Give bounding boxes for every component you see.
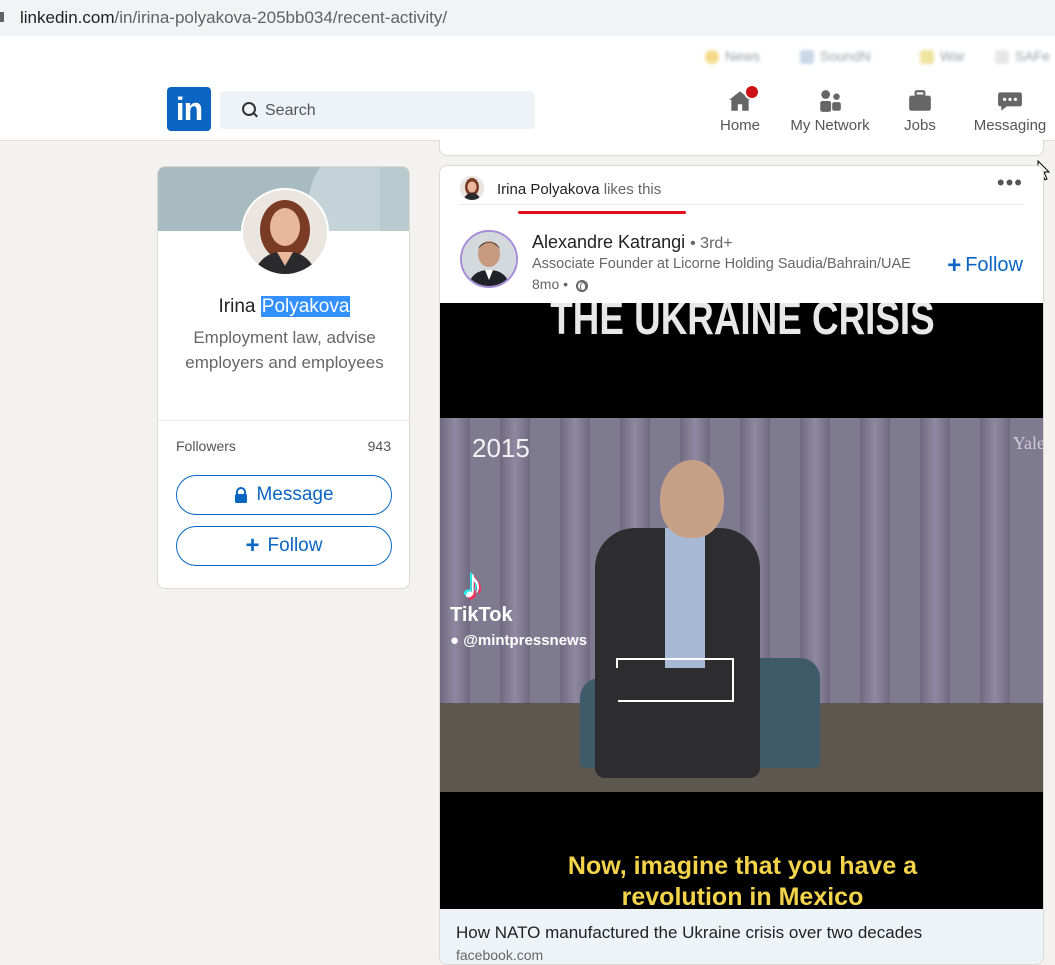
bookmark-item[interactable]: War: [920, 48, 966, 65]
social-context-header: Irina Polyakova likes this: [460, 176, 1024, 214]
bookmark-label: War: [940, 48, 966, 64]
url-path: /in/irina-polyakova-205bb034/recent-acti…: [114, 8, 448, 27]
plus-icon: +: [947, 252, 962, 279]
bookmark-label: SAFe: [1015, 48, 1051, 64]
link-title: How NATO manufactured the Ukraine crisis…: [456, 923, 923, 942]
tiktok-handle: ● @mintpressnews: [450, 632, 587, 649]
lock-icon: [235, 486, 248, 503]
linkedin-logo[interactable]: in: [167, 87, 211, 131]
tiktok-handle-text: @mintpressnews: [463, 632, 588, 649]
bookmark-icon: [800, 50, 814, 65]
link-source: facebook.com: [456, 947, 544, 963]
likes-text: Irina Polyakova likes this: [497, 181, 661, 198]
bookmark-item[interactable]: SAFe: [995, 48, 1051, 65]
highlight-rectangle: [616, 658, 734, 702]
video-year-overlay: 2015: [472, 433, 530, 463]
liker-name-link[interactable]: Irina Polyakova: [497, 181, 600, 198]
briefcase-icon: [909, 90, 931, 111]
lock-icon: [0, 12, 4, 22]
follow-button[interactable]: + Follow: [176, 526, 392, 566]
profile-card: Irina Polyakova Employment law, advise e…: [157, 166, 410, 589]
nav-item-label: Messaging: [973, 117, 1047, 134]
nav-item-label: Home: [719, 117, 760, 134]
plus-icon: +: [245, 532, 260, 559]
nav-item-home[interactable]: Home: [710, 80, 770, 140]
video-watermark: Yale: [1012, 433, 1044, 453]
author-avatar[interactable]: [460, 230, 518, 288]
followers-count: 943: [367, 438, 391, 454]
subtitle-line: Now, imagine that you have a: [567, 852, 918, 880]
post-timestamp: 8mo •: [532, 276, 588, 292]
url-text[interactable]: linkedin.com/in/irina-polyakova-205bb034…: [20, 8, 447, 28]
avatar[interactable]: [241, 188, 329, 276]
search-placeholder: Search: [265, 102, 316, 119]
video-subtitle: Now, imagine that you have a revolution …: [440, 851, 1043, 909]
bookmarks-bar: News SoundN War SAFe: [0, 36, 1055, 81]
bookmark-item[interactable]: News: [705, 48, 761, 65]
follow-author-button[interactable]: + Follow: [947, 252, 1023, 280]
message-button-label: Message: [256, 484, 334, 505]
liker-avatar[interactable]: [460, 176, 484, 200]
divider: [158, 420, 409, 421]
person-icon: ●: [450, 632, 460, 649]
bookmark-icon: [920, 50, 934, 65]
bookmark-icon: [995, 50, 1009, 65]
profile-first-name: Irina: [218, 296, 256, 317]
video-caption-top: THE UKRAINE CRISIS: [550, 303, 935, 344]
profile-headline: Employment law, advise employers and emp…: [185, 328, 384, 372]
author-name[interactable]: Alexandre Katrangi • 3rd+: [532, 232, 733, 253]
nav-item-my-network[interactable]: My Network: [785, 80, 875, 140]
search-icon: [242, 102, 256, 116]
url-host: linkedin.com: [20, 8, 115, 27]
tiktok-label: TikTok: [450, 604, 513, 626]
profile-last-name-selected: Polyakova: [260, 296, 351, 317]
browser-address-bar[interactable]: linkedin.com/in/irina-polyakova-205bb034…: [0, 0, 1055, 36]
globe-icon: [575, 280, 588, 292]
nav-item-label: Jobs: [904, 117, 936, 134]
search-input[interactable]: Search: [220, 91, 535, 129]
author-headline: Associate Founder at Licorne Holding Sau…: [532, 256, 911, 272]
liker-action: likes this: [603, 181, 662, 198]
nav-item-messaging[interactable]: Messaging: [970, 80, 1050, 140]
follow-author-label: Follow: [965, 254, 1023, 276]
messaging-icon: [998, 92, 1022, 111]
activity-post: Irina Polyakova likes this ••• Alexandre…: [439, 165, 1044, 965]
global-nav: in Search Home My Network Jobs Messaging: [0, 80, 1055, 141]
nav-item-jobs[interactable]: Jobs: [890, 80, 950, 140]
video-frame: 2015 Yale ♪ TikTok ● @mintpressnews: [440, 418, 1044, 792]
message-button[interactable]: Message: [176, 475, 392, 515]
tiktok-logo-icon: ♪: [462, 560, 483, 607]
author-name-text: Alexandre Katrangi: [532, 232, 686, 252]
subtitle-line: revolution in Mexico: [621, 883, 864, 909]
red-underline-annotation: [518, 211, 686, 214]
followers-label: Followers: [176, 438, 236, 454]
bookmark-label: News: [725, 48, 761, 64]
video-player[interactable]: THE UKRAINE CRISIS 2015 Yale ♪ TikTok ● …: [440, 303, 1044, 909]
network-icon: [820, 90, 841, 112]
bookmark-label: SoundN: [820, 48, 871, 64]
bookmark-item[interactable]: SoundN: [800, 48, 871, 65]
connection-degree: • 3rd+: [690, 235, 733, 252]
post-time-text: 8mo •: [532, 276, 569, 292]
profile-name: Irina Polyakova: [158, 296, 409, 318]
more-options-icon[interactable]: •••: [997, 172, 1023, 194]
previous-post-card: [439, 140, 1044, 156]
notification-badge: [744, 84, 760, 100]
follow-button-label: Follow: [267, 535, 323, 556]
bookmark-icon: [705, 50, 719, 65]
nav-item-label: My Network: [790, 117, 870, 134]
